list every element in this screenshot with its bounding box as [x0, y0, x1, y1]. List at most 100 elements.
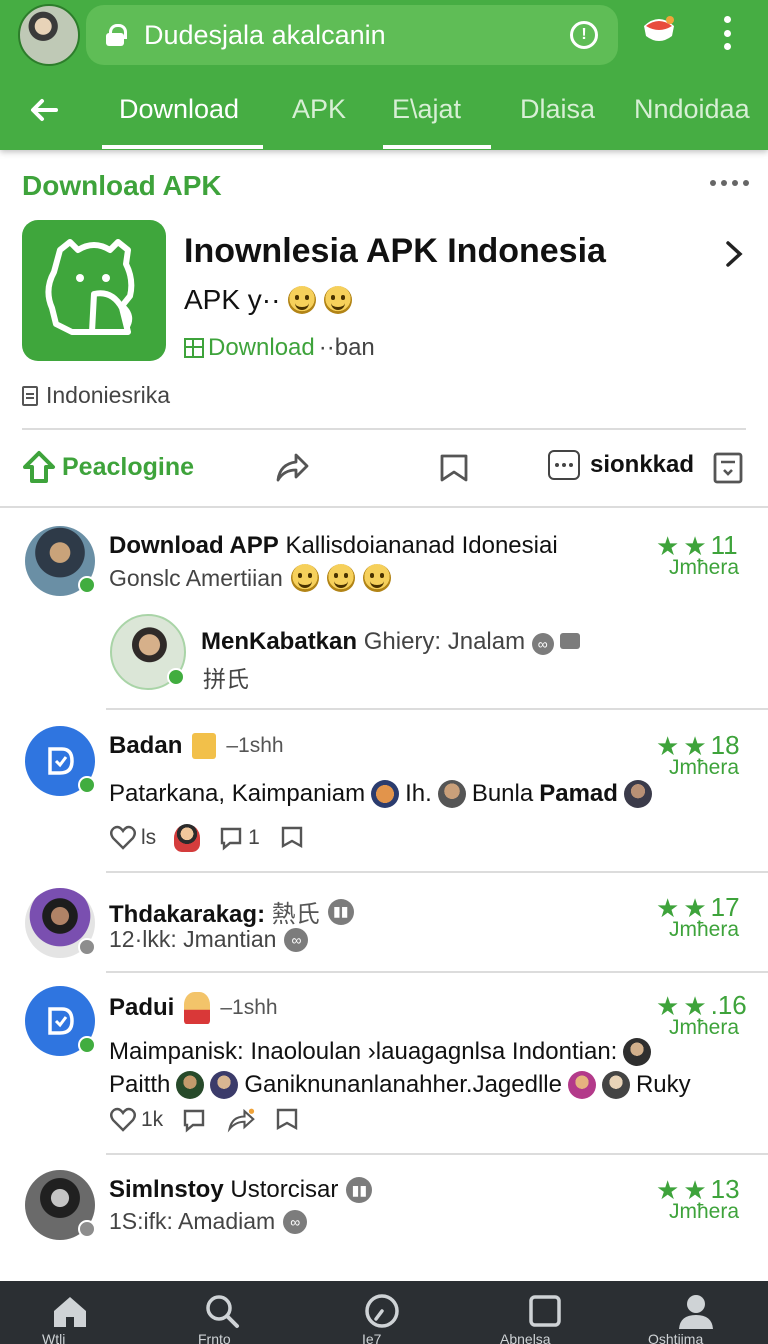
post-author: Padui –1shh	[109, 992, 278, 1024]
nav-label-activity[interactable]: Ie7	[362, 1331, 381, 1344]
repost-icon[interactable]	[227, 1106, 256, 1134]
avatar[interactable]	[25, 888, 96, 958]
post-line2a: Paitth	[109, 1071, 171, 1098]
pause-badge-icon: ▮▮	[327, 898, 354, 925]
tab-dlaisa[interactable]: Dlaisa	[520, 94, 595, 125]
post-text-c: Bunla	[471, 780, 534, 807]
edit-doc-icon	[48, 747, 74, 775]
region-text: Indoniesrika	[46, 382, 171, 408]
like-button[interactable]: ls	[109, 824, 156, 852]
avatar[interactable]	[25, 986, 96, 1056]
region-label: Indoniesrika	[22, 382, 170, 409]
star-icon: ★	[683, 892, 707, 923]
download-link[interactable]: Download	[208, 334, 315, 362]
top-bar: Dudesjala akalcanin ! Download APK E\aja…	[0, 0, 768, 150]
divider	[22, 428, 746, 430]
pause-badge-icon: ▮▮	[346, 1177, 373, 1203]
star-icon: ★	[683, 1174, 707, 1205]
extension-icon[interactable]	[642, 16, 676, 48]
post-time: –1shh	[226, 734, 284, 757]
post-author: Simlnstoy Ustorcisar ▮▮	[109, 1176, 373, 1204]
more-options-button[interactable]: sionkkad	[548, 450, 694, 480]
edit-doc-icon	[48, 1007, 74, 1035]
square-icon[interactable]	[525, 1291, 565, 1331]
tab-apk[interactable]: APK	[292, 94, 346, 125]
comment-button[interactable]: 1	[218, 824, 260, 852]
author-rest: Kallisdoiananad Idonesiai	[278, 532, 558, 559]
face-avatar-icon	[601, 1071, 630, 1099]
home-icon[interactable]	[50, 1291, 90, 1331]
chevron-right-icon[interactable]	[722, 240, 746, 268]
nav-label-search[interactable]: Frnto	[198, 1331, 231, 1344]
post-text-a: Patarkana, Kaimpaniam	[109, 780, 366, 807]
more-dots-icon[interactable]	[710, 180, 749, 186]
grid-icon	[184, 338, 204, 358]
trophy-icon	[192, 733, 217, 759]
search-icon[interactable]	[202, 1291, 242, 1331]
star-icon: ★	[683, 530, 707, 561]
like-button[interactable]: 1k	[109, 1106, 163, 1134]
avatar[interactable]	[25, 526, 96, 596]
post-subtitle: 12·lkk: Jmantian ∞	[109, 926, 309, 953]
face-avatar-icon	[567, 1071, 596, 1099]
app-icon[interactable]	[22, 220, 166, 361]
menu-icon[interactable]	[722, 16, 732, 50]
rating-label: Jmħera	[669, 556, 740, 579]
rating-label: Jmħera	[669, 1016, 740, 1039]
download-info[interactable]: Download ··ban	[184, 334, 375, 362]
address-bar[interactable]: Dudesjala akalcanin !	[86, 5, 618, 65]
smile-emoji-icon	[362, 564, 391, 592]
tab-bar: Download APK E\ajat Dlaisa Nndoidaa	[0, 78, 768, 150]
face-avatar-icon	[623, 1038, 652, 1066]
avatar[interactable]	[25, 726, 96, 796]
avatar[interactable]	[25, 1170, 96, 1240]
clock-icon[interactable]	[362, 1291, 402, 1331]
rating-label: Jmħera	[669, 756, 740, 779]
share-icon[interactable]	[274, 450, 310, 486]
author-name: Padui	[109, 994, 175, 1021]
bookmark-icon[interactable]	[436, 450, 472, 486]
nav-label-library[interactable]: Abnelsa	[500, 1331, 551, 1344]
status-badge	[78, 1220, 96, 1238]
reply-avatar[interactable]	[110, 614, 186, 690]
tab-eajat[interactable]: E\ajat	[392, 94, 461, 125]
bookmark-icon[interactable]	[273, 1106, 301, 1134]
post-subtitle-text: 12·lkk: Jmantian	[109, 926, 277, 952]
nav-label-profile[interactable]: Oshtiima	[648, 1331, 703, 1344]
post-line1: Maimpanisk: Inaoloulan ›lauagagnlsa Indo…	[109, 1038, 618, 1065]
primary-action-button[interactable]: Peaclogine	[22, 450, 194, 484]
post-subtitle: Gonslc Amertiian	[109, 564, 391, 592]
bookmark-icon[interactable]	[278, 824, 306, 852]
star-icon: ★	[656, 730, 680, 761]
post-line2c: Ruky	[635, 1071, 691, 1098]
post-author: Download APP Kallisdoiananad Idonesiai	[109, 532, 558, 560]
reaction-bar: 1k	[109, 1106, 301, 1134]
reaction-bar: ls 1	[109, 824, 306, 852]
face-avatar-icon	[176, 1071, 205, 1099]
tab-nndoidaa[interactable]: Nndoidaa	[634, 94, 750, 125]
reply-author-name: MenKabatkan	[201, 628, 358, 655]
author-name: Badan	[109, 732, 183, 759]
sticker-icon[interactable]	[174, 824, 201, 852]
star-icon: ★	[656, 530, 680, 561]
section-title: Download APK	[22, 170, 222, 201]
dots-box-icon	[548, 450, 580, 480]
back-arrow-icon[interactable]	[28, 94, 60, 126]
url-text: Dudesjala akalcanin	[144, 19, 386, 50]
active-tab-indicator	[102, 145, 263, 149]
nav-label-home[interactable]: Wtli	[42, 1331, 65, 1344]
info-icon[interactable]: !	[570, 21, 598, 49]
like-count: 1k	[141, 1108, 164, 1131]
star-icon: ★	[683, 990, 707, 1021]
download-suffix: ··ban	[318, 334, 375, 361]
app-subtitle-text: APK y··	[184, 284, 281, 315]
divider	[106, 1153, 768, 1155]
save-icon[interactable]	[710, 450, 746, 486]
profile-icon[interactable]	[676, 1291, 716, 1331]
reply-subtitle: 拼氏	[203, 666, 249, 692]
profile-avatar[interactable]	[18, 4, 80, 66]
author-name: Download APP	[109, 532, 279, 559]
comment-icon[interactable]	[181, 1106, 209, 1134]
post-text: Maimpanisk: Inaoloulan ›lauagagnlsa Indo…	[109, 1038, 652, 1066]
tab-download[interactable]: Download	[119, 94, 239, 125]
